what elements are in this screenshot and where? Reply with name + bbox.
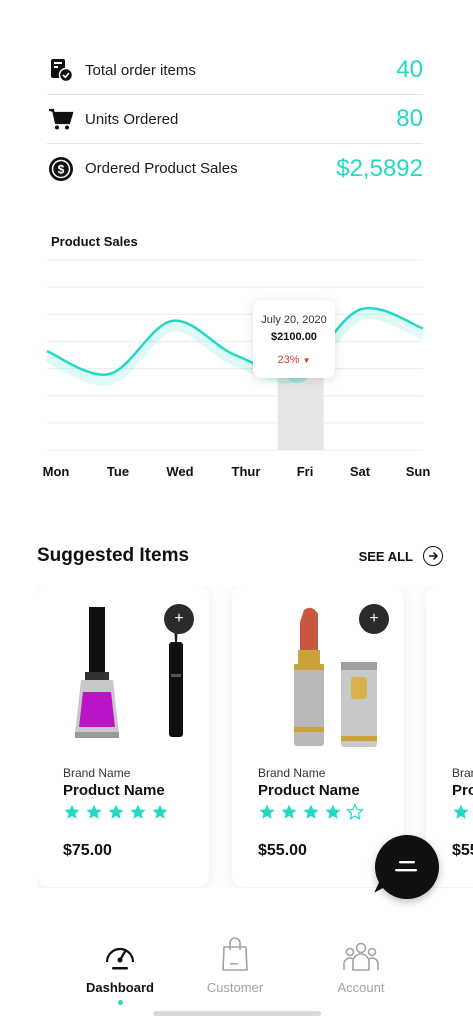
star-filled-icon <box>64 804 80 819</box>
shopping-bag-icon <box>185 936 285 972</box>
tooltip-date: July 20, 2020 <box>261 314 327 326</box>
see-all-button[interactable]: SEE ALL <box>359 546 443 566</box>
star-filled-icon <box>325 804 341 819</box>
star-filled-icon <box>152 804 168 819</box>
rating-stars <box>452 803 473 821</box>
lipstick-image <box>448 602 473 750</box>
x-tick-label: Sat <box>350 464 371 479</box>
brand-name: Brand Name <box>452 766 473 780</box>
rating-stars <box>63 803 169 821</box>
x-tick-label: Sun <box>406 464 431 479</box>
star-filled-icon <box>130 804 146 819</box>
active-indicator <box>117 1000 123 1005</box>
nav-dashboard[interactable]: Dashboard <box>70 936 170 1005</box>
stat-total-order-items: Total order items 40 <box>47 46 423 95</box>
star-filled-icon <box>303 804 319 819</box>
stat-label: Ordered Product Sales <box>85 160 238 177</box>
nav-label: Customer <box>206 980 264 995</box>
order-items-icon <box>47 56 75 84</box>
svg-text:$: $ <box>58 162 65 176</box>
tooltip-delta-value: 23% <box>277 354 300 366</box>
dollar-coin-icon: $ <box>47 155 75 183</box>
nav-customer[interactable]: Customer <box>185 936 285 995</box>
x-tick-label: Thur <box>232 464 261 479</box>
tooltip-delta: 23% ▼ <box>253 354 335 366</box>
product-price: $55.00 <box>258 842 307 859</box>
stat-ordered-product-sales: $ Ordered Product Sales $2,5892 <box>47 144 423 193</box>
x-tick-label: Mon <box>43 464 70 479</box>
bottom-nav: Dashboard Customer Account <box>0 930 473 1024</box>
product-price: $75.00 <box>63 842 112 859</box>
suggested-header: Suggested Items SEE ALL <box>37 545 443 567</box>
add-button[interactable]: + <box>359 604 389 634</box>
star-filled-icon <box>259 804 275 819</box>
rating-stars <box>258 803 364 821</box>
chat-button[interactable] <box>375 835 439 899</box>
stat-units-ordered: Units Ordered 80 <box>47 95 423 144</box>
gauge-icon <box>70 936 170 972</box>
product-name: Product Name <box>258 782 360 799</box>
product-card[interactable]: Brand Name Product Name $55.00 <box>426 586 473 887</box>
stat-label: Total order items <box>85 61 196 79</box>
nav-account[interactable]: Account <box>311 936 411 995</box>
series-line-shadow <box>44 309 425 386</box>
home-indicator <box>153 1011 321 1016</box>
star-filled-icon <box>453 804 469 819</box>
see-all-label: SEE ALL <box>358 548 413 564</box>
caret-down-icon: ▼ <box>302 356 311 365</box>
product-card[interactable]: + Brand Name Product Name $55.00 <box>232 586 404 887</box>
chart-tooltip: July 20, 2020 $2100.00 23% ▼ <box>253 300 335 378</box>
x-tick-label: Fri <box>297 464 314 479</box>
section-title: Suggested Items <box>37 545 190 566</box>
stat-label: Units Ordered <box>85 110 179 128</box>
star-outline-icon <box>346 803 364 820</box>
star-filled-icon <box>86 804 102 819</box>
plus-icon: + <box>174 610 184 627</box>
stat-value: 40 <box>396 56 423 83</box>
product-card[interactable]: + Brand Name Product Name $75.00 <box>37 586 209 887</box>
product-name: Product Name <box>63 782 165 799</box>
stat-value: 80 <box>396 105 423 132</box>
group-icon <box>311 936 411 972</box>
chart-title: Product Sales <box>51 234 138 249</box>
plus-icon: + <box>369 610 379 627</box>
stat-value: $2,5892 <box>336 154 423 182</box>
star-filled-icon <box>281 804 297 819</box>
brand-name: Brand Name <box>258 766 326 780</box>
arrow-right-icon <box>423 546 443 566</box>
cart-icon <box>47 105 75 133</box>
product-name: Product Name <box>452 782 473 799</box>
product-sales-chart: Mon Tue Wed Thur Fri Sat Sun <box>43 259 431 479</box>
stats-summary: Total order items 40 Units Ordered 80 $ … <box>47 46 423 193</box>
nav-label: Dashboard <box>86 980 154 995</box>
product-price: $55.00 <box>452 842 473 859</box>
nav-label: Account <box>337 980 385 995</box>
tooltip-amount: $2100.00 <box>271 331 317 343</box>
star-filled-icon <box>108 804 124 819</box>
add-button[interactable]: + <box>164 604 194 634</box>
x-tick-label: Wed <box>166 464 193 479</box>
chat-lines-icon <box>395 861 417 872</box>
brand-name: Brand Name <box>63 766 131 780</box>
x-tick-label: Tue <box>107 464 129 479</box>
